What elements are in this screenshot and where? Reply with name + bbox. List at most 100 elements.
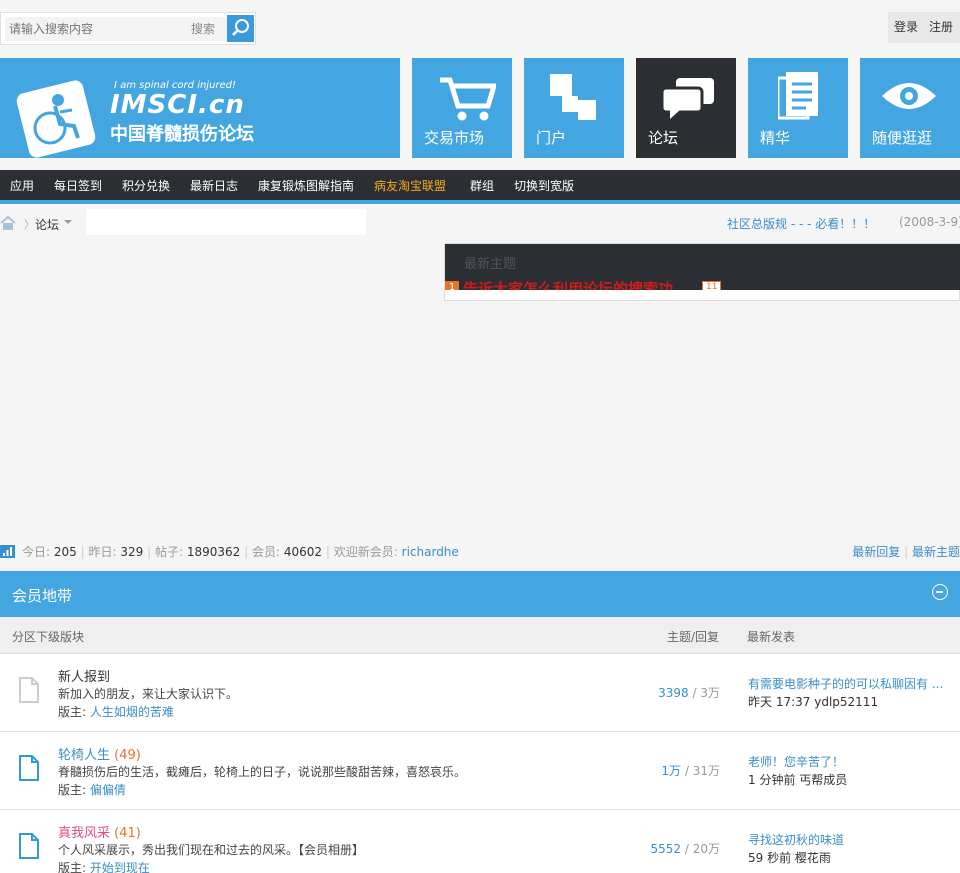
today-new-count: (49) — [114, 748, 141, 763]
stat-members: 40602 — [283, 545, 323, 559]
search-icon — [232, 19, 249, 36]
forum-description: 脊髓损伤后的生活，截瘫后，轮椅上的日子，说说那些酸甜苦辣，喜怒哀乐。 — [58, 765, 467, 779]
collapse-icon[interactable] — [932, 584, 948, 600]
topic-count: 1万 — [661, 764, 682, 778]
tile-portal[interactable]: 门户 — [524, 58, 624, 158]
search-input[interactable] — [5, 17, 179, 41]
search-button[interactable] — [227, 15, 254, 42]
last-post-link[interactable]: 寻找这初秋的味道 — [748, 831, 948, 848]
nav-item-groups[interactable]: 群组 — [470, 170, 494, 200]
last-post-user[interactable]: ydlp52111 — [814, 695, 878, 709]
latest-topics-widget: 最新主题 1 告诉大家怎么利用论坛的搜索功 11 — [444, 243, 960, 301]
last-post-time: 1 分钟前 — [748, 773, 796, 787]
tile-label: 精华 — [760, 129, 791, 147]
reply-count: 3万 — [700, 686, 720, 700]
stat-yesterday-label: 昨日: — [88, 545, 117, 559]
nav-item-points[interactable]: 积分兑换 — [122, 170, 170, 200]
latest-topic-link[interactable]: 最新主题 — [912, 545, 960, 559]
forum-description: 新加入的朋友，来让大家认识下。 — [58, 687, 239, 701]
moderator-link[interactable]: 开始到现在 — [90, 861, 150, 873]
chat-icon — [660, 78, 714, 119]
nav-item-blogs[interactable]: 最新日志 — [190, 170, 238, 200]
forum-new-icon — [19, 755, 39, 781]
moderator-label: 版主: — [58, 861, 87, 873]
logo-brand: IMSCI.cn — [110, 90, 245, 120]
reply-count: 20万 — [692, 842, 720, 856]
stat-posts-label: 帖子: — [154, 545, 184, 559]
register-link[interactable]: 注册 — [929, 12, 953, 43]
announcement-link[interactable]: 社区总版规 - - - 必看！！！ — [727, 215, 875, 232]
stat-today-label: 今日: — [22, 545, 51, 559]
last-post-time: 59 秒前 — [748, 851, 792, 865]
category-header: 会员地带 — [0, 571, 960, 617]
last-post-user[interactable]: 樱花雨 — [795, 851, 831, 865]
tile-market[interactable]: 交易市场 — [412, 58, 512, 158]
stat-yesterday: 329 — [120, 545, 144, 559]
nav-item-taobao[interactable]: 病友淘宝联盟 — [374, 170, 446, 200]
user-links: 登录 注册 — [888, 12, 960, 43]
moderator-link[interactable]: 偏偏倩 — [90, 783, 126, 797]
topic-count: 3398 — [658, 686, 689, 700]
forum-row: 真我风采 (41) 个人风采展示，秀出我们现在和过去的风采。【会员相册】 版主:… — [0, 810, 960, 873]
eye-icon — [882, 83, 936, 109]
site-logo[interactable]: I am spinal cord injured! IMSCI.cn 中国脊髓损… — [0, 58, 400, 158]
tile-label: 交易市场 — [424, 129, 485, 147]
last-post-link[interactable]: 老师！您辛苦了！ — [748, 753, 948, 770]
logo-site-name: 中国脊髓损伤论坛 — [110, 124, 254, 145]
stat-today: 205 — [53, 545, 77, 559]
tile-browse[interactable]: 随便逛逛 — [860, 58, 960, 158]
forum-old-icon — [19, 677, 39, 703]
forum-row: 新人报到 新加入的朋友，来让大家认识下。 版主: 人生如烟的苦难 3398 / … — [0, 654, 960, 732]
cart-icon — [440, 77, 496, 121]
category-column-header: 分区下级版块 主题/回复 最新发表 — [0, 617, 960, 654]
reply-count: 31万 — [692, 764, 720, 778]
stat-new-member-label: 欢迎新会员: — [333, 545, 398, 559]
blocks-icon — [550, 74, 596, 120]
forum-row: 轮椅人生 (49) 脊髓损伤后的生活，截瘫后，轮椅上的日子，说说那些酸甜苦辣，喜… — [0, 732, 960, 810]
announcement-date: (2008-3-9) — [899, 215, 960, 229]
last-post-time: 昨天 17:37 — [748, 695, 811, 709]
search-type-select[interactable]: 搜索 — [179, 17, 227, 41]
tile-label: 随便逛逛 — [872, 129, 933, 147]
forum-stats: 今日: 205 | 昨日: 329 | 帖子: 1890362 | 会员: 40… — [0, 543, 960, 561]
forum-name[interactable]: 轮椅人生 — [58, 748, 110, 763]
column-last-post: 最新发表 — [747, 630, 796, 644]
latest-reply-link[interactable]: 最新回复 — [852, 545, 900, 559]
new-member-link[interactable]: richardhe — [402, 545, 459, 559]
nav-item-wide-mode[interactable]: 切换到宽版 — [514, 170, 574, 200]
search-box: 搜索 — [0, 12, 256, 45]
widget-title: 最新主题 — [464, 257, 517, 272]
category-title[interactable]: 会员地带 — [12, 585, 72, 606]
tile-digest[interactable]: 精华 — [748, 58, 848, 158]
tile-label: 门户 — [536, 129, 567, 147]
column-forum: 分区下级版块 — [12, 630, 85, 644]
topic-count: 5552 — [650, 842, 682, 856]
main-nav: 应用 每日签到 积分兑换 最新日志 康复锻炼图解指南 病友淘宝联盟 群组 切换到… — [0, 170, 960, 204]
nav-item-checkin[interactable]: 每日签到 — [54, 170, 102, 200]
stat-members-label: 会员: — [252, 545, 281, 559]
breadcrumb-forum[interactable]: 论坛 — [35, 216, 59, 233]
forum-name[interactable]: 新人报到 — [58, 666, 110, 685]
today-new-count: (41) — [114, 826, 141, 841]
login-link[interactable]: 登录 — [894, 12, 918, 43]
breadcrumb-separator: 〉 — [24, 218, 35, 231]
tile-forum[interactable]: 论坛 — [636, 58, 736, 158]
moderator-label: 版主: — [58, 783, 87, 797]
column-counts: 主题/回复 — [667, 630, 720, 644]
moderator-label: 版主: — [58, 705, 87, 719]
last-post-link[interactable]: 有需要电影种子的的可以私聊因有 ... — [748, 675, 948, 692]
rank-badge: 1 — [445, 281, 459, 290]
nav-item-rehab-guide[interactable]: 康复锻炼图解指南 — [258, 170, 354, 200]
chevron-down-icon[interactable] — [64, 220, 72, 224]
stat-posts: 1890362 — [186, 545, 241, 559]
moderator-link[interactable]: 人生如烟的苦难 — [90, 705, 174, 719]
breadcrumb-blank-area — [86, 209, 366, 235]
last-post-user[interactable]: 丐帮成员 — [799, 773, 847, 787]
home-icon[interactable] — [0, 216, 16, 230]
reply-count-badge: 11 — [702, 281, 722, 290]
nav-item-apps[interactable]: 应用 — [10, 170, 34, 200]
tile-label: 论坛 — [648, 129, 679, 147]
forum-new-icon — [19, 833, 39, 859]
widget-topic-link[interactable]: 告诉大家怎么利用论坛的搜索功 — [463, 278, 673, 290]
forum-name[interactable]: 真我风采 — [58, 826, 110, 841]
